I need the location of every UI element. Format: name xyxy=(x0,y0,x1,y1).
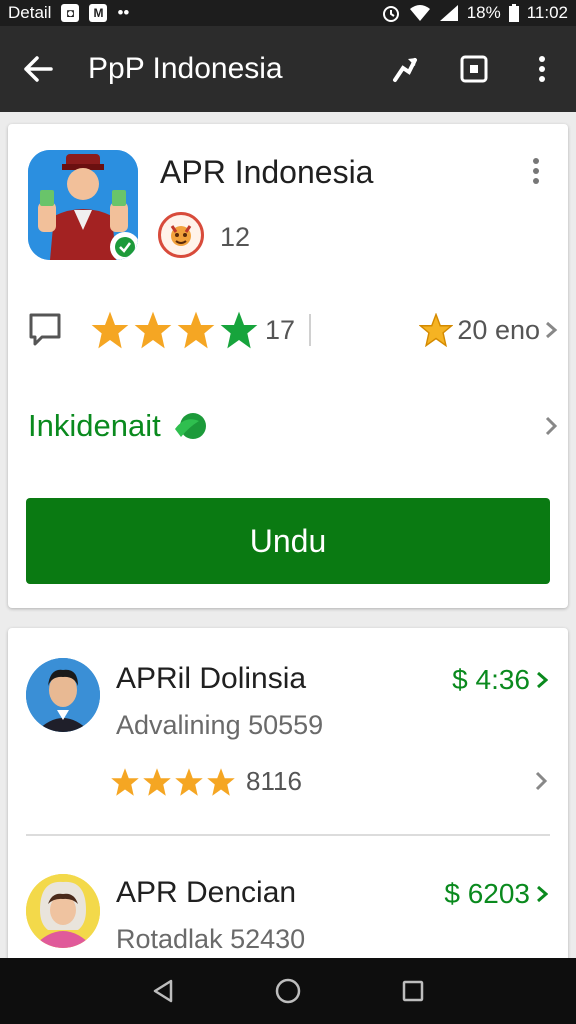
star-icon xyxy=(220,311,258,349)
chevron-right-icon xyxy=(537,671,548,689)
avatar xyxy=(26,874,100,948)
developer-badge-icon xyxy=(158,212,204,258)
square-recents-icon xyxy=(403,980,424,1002)
system-nav-bar xyxy=(0,958,576,1024)
info-link-row[interactable]: Inkidenait xyxy=(28,404,558,448)
battery-percent: 18% xyxy=(466,3,501,22)
alarm-icon xyxy=(381,3,401,23)
nav-recents-button[interactable] xyxy=(383,961,443,1021)
info-link[interactable]: Inkidenait xyxy=(28,408,161,444)
rating-stars xyxy=(90,310,259,350)
avatar xyxy=(26,658,100,732)
rating-row[interactable]: 17 20 eno xyxy=(28,308,558,352)
share-button[interactable] xyxy=(372,26,440,112)
chevron-right-icon xyxy=(535,771,548,791)
arrow-left-icon xyxy=(24,56,53,82)
nav-back-button[interactable] xyxy=(133,961,193,1021)
list-item-subtitle: Advalining 50559 xyxy=(116,710,324,740)
back-button[interactable] xyxy=(0,26,76,112)
star-icon xyxy=(143,767,171,796)
wifi-icon xyxy=(409,4,431,22)
list-item-rating: 8116 xyxy=(110,766,302,797)
status-bar: Detail ◘ M •• 18% 11:02 xyxy=(0,0,576,26)
list-item-title: APRil Dolinsia xyxy=(116,662,307,695)
chevron-right-icon xyxy=(537,885,548,903)
app-name: APR Indonesia xyxy=(160,154,374,190)
screenshot-icon xyxy=(460,55,488,83)
leaf-icon xyxy=(174,413,206,439)
price-value: $ 6203 xyxy=(444,878,530,909)
app-bar: PpP Indonesia xyxy=(0,26,576,112)
star-icon xyxy=(177,311,215,349)
notification-icon: ◘ xyxy=(61,4,80,22)
star-icon xyxy=(175,767,203,796)
signal-icon xyxy=(439,4,459,22)
screenshot-button[interactable] xyxy=(440,26,508,112)
overflow-menu-icon xyxy=(539,56,545,82)
triangle-back-icon xyxy=(153,979,172,1003)
developer-count: 12 xyxy=(220,222,251,252)
circle-home-icon xyxy=(275,978,301,1004)
overflow-menu-button[interactable] xyxy=(508,26,576,112)
list-item-price: $ 4:36 xyxy=(452,664,548,696)
star-outline-icon xyxy=(419,313,454,347)
list-item-rating-count: 8116 xyxy=(246,766,302,796)
status-left-label: Detail xyxy=(8,3,52,22)
card-overflow-button[interactable] xyxy=(526,156,546,186)
comment-icon xyxy=(29,313,61,346)
download-button[interactable]: Undu xyxy=(26,498,550,584)
gmail-icon: M xyxy=(89,4,108,22)
app-icon xyxy=(28,150,138,260)
nav-home-button[interactable] xyxy=(258,961,318,1021)
star-icon xyxy=(111,767,139,796)
verified-badge-icon xyxy=(110,232,138,260)
installs-count: 20 eno xyxy=(457,314,540,345)
list-item-price: $ 6203 xyxy=(444,878,548,910)
app-detail-card: APR Indonesia 12 17 20 eno Inkidenait Un… xyxy=(8,124,568,608)
rating-divider xyxy=(309,314,312,346)
battery-icon xyxy=(508,4,519,22)
installs-link[interactable]: 20 eno xyxy=(419,313,558,347)
list-item[interactable]: APRil Dolinsia Advalining 50559 $ 4:36 8… xyxy=(8,628,568,798)
rating-count: 17 xyxy=(265,314,296,345)
list-item-title: APR Dencian xyxy=(116,876,297,909)
app-bar-title: PpP Indonesia xyxy=(88,52,283,85)
list-divider xyxy=(26,834,550,836)
share-icon xyxy=(393,58,417,82)
status-time: 11:02 xyxy=(526,3,568,22)
more-vert-icon xyxy=(533,158,539,184)
chevron-right-icon xyxy=(546,321,558,339)
more-dots-icon: •• xyxy=(117,3,130,22)
chevron-right-icon xyxy=(545,416,558,436)
star-icon xyxy=(134,311,172,349)
price-value: $ 4:36 xyxy=(452,664,530,695)
related-apps-card: APRil Dolinsia Advalining 50559 $ 4:36 8… xyxy=(8,628,568,968)
star-icon xyxy=(207,767,235,796)
star-icon xyxy=(91,311,129,349)
list-item-subtitle: Rotadlak 52430 xyxy=(116,924,306,954)
